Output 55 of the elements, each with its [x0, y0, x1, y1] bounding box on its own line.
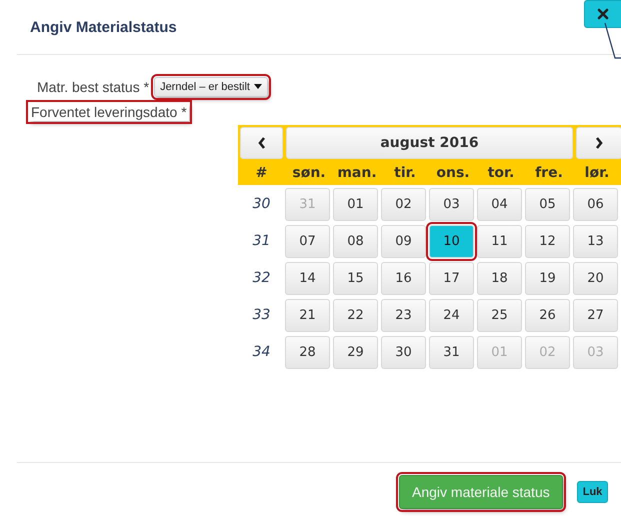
field-label: Forventet leveringsdato * [29, 103, 189, 121]
day-button[interactable]: 11 [477, 224, 522, 258]
week-number: 31 [252, 233, 272, 249]
close-icon [597, 8, 609, 20]
day-button[interactable]: 25 [477, 298, 522, 332]
chevron-right-icon [595, 137, 603, 149]
week-number: 32 [252, 270, 272, 286]
day-button[interactable]: 24 [429, 298, 474, 332]
day-button[interactable]: 21 [285, 298, 330, 332]
close-button[interactable]: Luk [576, 480, 608, 502]
day-button[interactable]: 29 [333, 336, 378, 368]
previous-month-button[interactable] [240, 127, 283, 159]
weekday-header: lør. [584, 165, 610, 181]
day-button[interactable]: 01 [333, 188, 378, 220]
next-month-button[interactable] [576, 127, 621, 159]
day-button[interactable]: 28 [285, 336, 330, 368]
dialog-title: Angiv Materialstatus [30, 18, 177, 36]
weekday-header: ons. [435, 165, 471, 181]
month-title-button[interactable]: august 2016 [286, 127, 573, 159]
day-button[interactable]: 26 [525, 298, 570, 332]
day-button[interactable]: 20 [573, 262, 618, 294]
day-button[interactable]: 12 [525, 224, 570, 258]
day-button[interactable]: 04 [477, 188, 522, 220]
day-button[interactable]: 17 [429, 262, 474, 294]
close-button[interactable] [584, 0, 621, 28]
day-button[interactable]: 05 [525, 188, 570, 220]
weekday-header: fre. [534, 165, 564, 181]
day-button[interactable]: 03 [429, 188, 474, 220]
day-button[interactable]: 27 [573, 298, 618, 332]
week-number: 33 [252, 307, 272, 323]
day-button[interactable]: 14 [285, 262, 330, 294]
week-number: 34 [252, 344, 272, 360]
day-button[interactable]: 08 [333, 224, 378, 258]
weekday-header: man. [336, 165, 378, 181]
day-button[interactable]: 31 [429, 336, 474, 368]
week-number: 30 [252, 196, 272, 212]
day-button[interactable]: 16 [381, 262, 426, 294]
day-button[interactable]: 23 [381, 298, 426, 332]
day-button[interactable]: 02 [381, 188, 426, 220]
weekday-header: tir. [393, 165, 417, 181]
day-button[interactable]: 06 [573, 188, 618, 220]
day-button[interactable]: 18 [477, 262, 522, 294]
day-button[interactable]: 19 [525, 262, 570, 294]
chevron-left-icon [258, 137, 266, 149]
day-button[interactable]: 15 [333, 262, 378, 294]
weekday-header: søn. [291, 165, 327, 181]
day-button[interactable]: 22 [333, 298, 378, 332]
weekday-header: tor. [486, 165, 516, 181]
day-button[interactable]: 09 [381, 224, 426, 258]
day-button[interactable]: 30 [381, 336, 426, 368]
week-column-header: # [254, 165, 268, 181]
day-button[interactable]: 07 [285, 224, 330, 258]
day-button[interactable]: 13 [573, 224, 618, 258]
field-label: Matr. best status * [37, 78, 150, 94]
caret-icon [254, 84, 262, 89]
